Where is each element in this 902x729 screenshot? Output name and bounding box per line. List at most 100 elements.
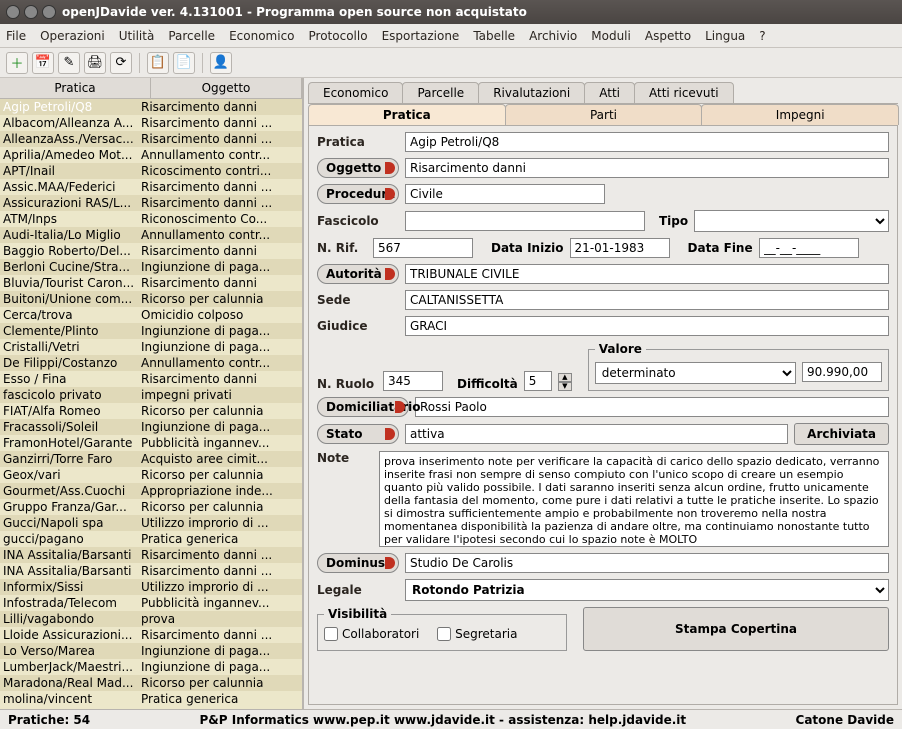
data-inizio-input[interactable] bbox=[570, 238, 670, 258]
table-row[interactable]: ATM/InpsRiconoscimento Co... bbox=[0, 211, 302, 227]
table-row[interactable]: INA Assitalia/BarsantiRisarcimento danni… bbox=[0, 563, 302, 579]
nrif-input[interactable] bbox=[373, 238, 473, 258]
toolbar-print-icon[interactable]: 🖨 bbox=[84, 52, 106, 74]
stato-button[interactable]: Stato bbox=[317, 424, 399, 444]
difficolta-spinner[interactable]: ▲▼ bbox=[558, 373, 572, 391]
table-row[interactable]: Buitoni/Unione com...Ricorso per calunni… bbox=[0, 291, 302, 307]
maximize-window-button[interactable] bbox=[42, 5, 56, 19]
table-row[interactable]: Gourmet/Ass.CuochiAppropriazione inde... bbox=[0, 483, 302, 499]
tab-atti-ricevuti[interactable]: Atti ricevuti bbox=[634, 82, 734, 103]
autorita-input[interactable] bbox=[405, 264, 889, 284]
oggetto-input[interactable] bbox=[405, 158, 889, 178]
menu-tabelle[interactable]: Tabelle bbox=[473, 29, 515, 43]
procedura-button[interactable]: Procedura bbox=[317, 184, 399, 204]
collaboratori-checkbox[interactable]: Collaboratori bbox=[324, 627, 419, 641]
table-row[interactable]: APT/InailRicoscimento contri... bbox=[0, 163, 302, 179]
autorita-button[interactable]: Autorità bbox=[317, 264, 399, 284]
legale-select[interactable]: Rotondo Patrizia bbox=[405, 579, 889, 601]
menu-help[interactable]: ? bbox=[759, 29, 765, 43]
toolbar-new-icon[interactable]: ＋ bbox=[6, 52, 28, 74]
table-row[interactable]: FramonHotel/GarantePubblicità ingannev..… bbox=[0, 435, 302, 451]
menu-economico[interactable]: Economico bbox=[229, 29, 294, 43]
table-row[interactable]: Assic.MAA/FedericiRisarcimento danni ... bbox=[0, 179, 302, 195]
col-oggetto[interactable]: Oggetto bbox=[151, 78, 302, 98]
minimize-window-button[interactable] bbox=[24, 5, 38, 19]
tab-parti[interactable]: Parti bbox=[505, 104, 703, 125]
pratica-input[interactable] bbox=[405, 132, 889, 152]
sede-input[interactable] bbox=[405, 290, 889, 310]
table-row[interactable]: gucci/paganoPratica generica bbox=[0, 531, 302, 547]
archiviata-button[interactable]: Archiviata bbox=[794, 423, 889, 445]
table-row[interactable]: LumberJack/Maestri...Ingiunzione di paga… bbox=[0, 659, 302, 675]
domiciliatario-input[interactable] bbox=[415, 397, 889, 417]
table-row[interactable]: De Filippi/CostanzoAnnullamento contr... bbox=[0, 355, 302, 371]
col-pratica[interactable]: Pratica bbox=[0, 78, 151, 98]
tab-impegni[interactable]: Impegni bbox=[701, 104, 899, 125]
tipo-select[interactable] bbox=[694, 210, 889, 232]
table-row[interactable]: Lloide Assicurazioni...Risarcimento dann… bbox=[0, 627, 302, 643]
data-fine-input[interactable] bbox=[759, 238, 859, 258]
table-row[interactable]: Cerca/trovaOmicidio colposo bbox=[0, 307, 302, 323]
table-row[interactable]: Informix/SissiUtilizzo improrio di ... bbox=[0, 579, 302, 595]
nruolo-input[interactable] bbox=[383, 371, 443, 391]
table-row[interactable]: Maradona/Real Mad...Ricorso per calunnia bbox=[0, 675, 302, 691]
list-body[interactable]: Agip Petroli/Q8Risarcimento danniAlbacom… bbox=[0, 99, 302, 709]
menu-lingua[interactable]: Lingua bbox=[705, 29, 745, 43]
toolbar-edit-icon[interactable]: ✎ bbox=[58, 52, 80, 74]
table-row[interactable]: Baggio Roberto/Del...Risarcimento danni bbox=[0, 243, 302, 259]
toolbar-schedule-icon[interactable]: 📋 bbox=[147, 52, 169, 74]
table-row[interactable]: Gucci/Napoli spaUtilizzo improrio di ... bbox=[0, 515, 302, 531]
table-row[interactable]: AlleanzaAss./Versac...Risarcimento danni… bbox=[0, 131, 302, 147]
table-row[interactable]: Geox/variRicorso per calunnia bbox=[0, 467, 302, 483]
table-row[interactable]: Clemente/PlintoIngiunzione di paga... bbox=[0, 323, 302, 339]
table-row[interactable]: Albacom/Alleanza A...Risarcimento danni … bbox=[0, 115, 302, 131]
table-row[interactable]: Bluvia/Tourist Caron...Risarcimento dann… bbox=[0, 275, 302, 291]
close-window-button[interactable] bbox=[6, 5, 20, 19]
table-row[interactable]: Assicurazioni RAS/L...Risarcimento danni… bbox=[0, 195, 302, 211]
note-textarea[interactable]: prova inserimento note per verificare la… bbox=[379, 451, 889, 547]
toolbar-refresh-icon[interactable]: ⟳ bbox=[110, 52, 132, 74]
table-row[interactable]: Gruppo Franza/Gar...Ricorso per calunnia bbox=[0, 499, 302, 515]
fascicolo-input[interactable] bbox=[405, 211, 645, 231]
menu-protocollo[interactable]: Protocollo bbox=[309, 29, 368, 43]
dominus-button[interactable]: Dominus bbox=[317, 553, 399, 573]
procedura-input[interactable] bbox=[405, 184, 605, 204]
difficolta-input[interactable] bbox=[524, 371, 552, 391]
toolbar-calendar-icon[interactable]: 📅 bbox=[32, 52, 54, 74]
menu-utilita[interactable]: Utilità bbox=[119, 29, 155, 43]
menu-esportazione[interactable]: Esportazione bbox=[382, 29, 460, 43]
table-row[interactable]: Aprilia/Amedeo Mot...Annullamento contr.… bbox=[0, 147, 302, 163]
tab-rivalutazioni[interactable]: Rivalutazioni bbox=[478, 82, 585, 103]
table-row[interactable]: Cristalli/VetriIngiunzione di paga... bbox=[0, 339, 302, 355]
table-row[interactable]: Fracassoli/SoleilIngiunzione di paga... bbox=[0, 419, 302, 435]
menu-moduli[interactable]: Moduli bbox=[591, 29, 631, 43]
giudice-input[interactable] bbox=[405, 316, 889, 336]
table-row[interactable]: INA Assitalia/BarsantiRisarcimento danni… bbox=[0, 547, 302, 563]
segretaria-checkbox[interactable]: Segretaria bbox=[437, 627, 517, 641]
table-row[interactable]: Audi-Italia/Lo MiglioAnnullamento contr.… bbox=[0, 227, 302, 243]
menu-file[interactable]: File bbox=[6, 29, 26, 43]
valore-tipo-select[interactable]: determinato bbox=[595, 362, 796, 384]
table-row[interactable]: Esso / FinaRisarcimento danni bbox=[0, 371, 302, 387]
menu-operazioni[interactable]: Operazioni bbox=[40, 29, 105, 43]
domiciliatario-button[interactable]: Domiciliatario bbox=[317, 397, 409, 417]
valore-num-input[interactable] bbox=[802, 362, 882, 382]
tab-atti[interactable]: Atti bbox=[584, 82, 635, 103]
menu-parcelle[interactable]: Parcelle bbox=[168, 29, 215, 43]
oggetto-button[interactable]: Oggetto bbox=[317, 158, 399, 178]
dominus-input[interactable] bbox=[405, 553, 889, 573]
toolbar-user-icon[interactable]: 👤 bbox=[210, 52, 232, 74]
table-row[interactable]: FIAT/Alfa RomeoRicorso per calunnia bbox=[0, 403, 302, 419]
table-row[interactable]: Infostrada/TelecomPubblicità ingannev... bbox=[0, 595, 302, 611]
toolbar-page-icon[interactable]: 📄 bbox=[173, 52, 195, 74]
tab-economico[interactable]: Economico bbox=[308, 82, 403, 103]
table-row[interactable]: fascicolo privatoimpegni privati bbox=[0, 387, 302, 403]
tab-pratica[interactable]: Pratica bbox=[308, 104, 506, 125]
stampa-copertina-button[interactable]: Stampa Copertina bbox=[583, 607, 889, 651]
table-row[interactable]: Lilli/vagabondoprova bbox=[0, 611, 302, 627]
tab-parcelle[interactable]: Parcelle bbox=[402, 82, 479, 103]
stato-input[interactable] bbox=[405, 424, 788, 444]
table-row[interactable]: molina/vincentPratica generica bbox=[0, 691, 302, 707]
table-row[interactable]: Ganzirri/Torre FaroAcquisto aree cimit..… bbox=[0, 451, 302, 467]
menu-aspetto[interactable]: Aspetto bbox=[645, 29, 691, 43]
